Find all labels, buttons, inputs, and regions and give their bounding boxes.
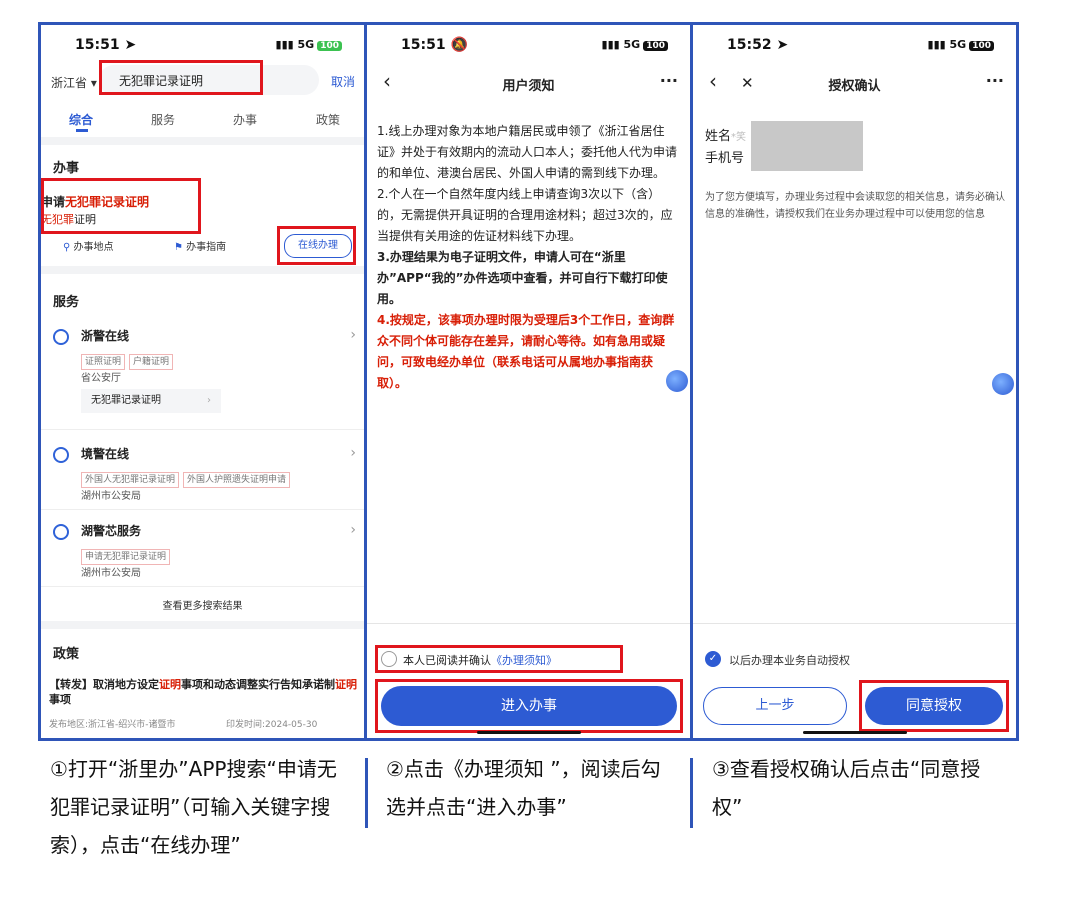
- policy-title[interactable]: 【转发】取消地方设定证明事项和动态调整实行告知承诺制证明事项: [49, 677, 359, 707]
- status-signal: ▮▮▮ 5G 100: [928, 38, 994, 51]
- auto-auth-label: 以后办理本业务自动授权: [729, 654, 850, 667]
- location-pin-icon: ⚲: [63, 242, 71, 253]
- tab-banshi[interactable]: 办事: [233, 111, 257, 128]
- page-title: 授权确认: [828, 79, 881, 94]
- highlight-box: [375, 679, 683, 733]
- service-item[interactable]: 境警在线 › 外国人无犯罪记录证明 外国人护照遗失证明申请 湖州市公安局: [41, 439, 364, 509]
- service-org: 湖州市公安局: [81, 568, 141, 579]
- service-item[interactable]: 浙警在线 › 证照证明 户籍证明 省公安厅 无犯罪记录证明 ›: [41, 321, 364, 427]
- notice-paragraph: 2.个人在一个自然年度内线上申请查询3次以下（含）的，无需提供开具证明的合理用途…: [377, 187, 673, 243]
- notice-paragraph: 4.按规定，该事项办理时限为受理后3个工作日，查询群众不同个体可能存在差异，请耐…: [377, 313, 675, 390]
- province-select[interactable]: 浙江省 ▾: [51, 74, 97, 91]
- section-zhengce-title: 政策: [53, 647, 80, 662]
- divider: [41, 137, 364, 145]
- tab-indicator: [76, 129, 88, 132]
- status-signal: ▮▮▮ 5G 100: [276, 38, 342, 51]
- divider: [41, 429, 364, 430]
- home-indicator: [803, 731, 907, 734]
- service-sub-item[interactable]: 无犯罪记录证明 ›: [81, 389, 221, 413]
- policy-meta-region: 发布地区:浙江省-绍兴市-诸暨市: [49, 720, 176, 730]
- guide-link[interactable]: ⚑ 办事指南: [174, 238, 226, 253]
- service-tags: 外国人无犯罪记录证明 外国人护照遗失证明申请: [81, 467, 294, 488]
- highlight-box: [41, 178, 201, 234]
- panel-search: 15:51 ➤ ▮▮▮ 5G 100 浙江省 ▾ 无犯罪记录证明 取消 综合 服务…: [38, 22, 367, 741]
- guide-icon: ⚑: [174, 242, 183, 253]
- notice-paragraph: 1.线上办理对象为本地户籍居民或申领了《浙江省居住证》并处于有效期内的流动人口本…: [377, 124, 678, 180]
- tab-zhengce[interactable]: 政策: [316, 111, 340, 128]
- phone-label: 手机号: [705, 151, 745, 166]
- service-name: 浙警在线: [81, 329, 130, 343]
- status-signal: ▮▮▮ 5G 100: [602, 38, 668, 51]
- assistant-float-icon[interactable]: [666, 370, 688, 392]
- name-label: 姓名*笑: [705, 129, 747, 144]
- caption-step3: ③查看授权确认后点击“同意授权”: [712, 757, 981, 819]
- section-fuwu-title: 服务: [53, 295, 80, 310]
- caption-step2: ②点击《办理须知 ”，阅读后勾选并点击“进入办事”: [386, 757, 661, 819]
- police-badge-icon: [53, 329, 69, 345]
- highlight-box: [277, 226, 356, 265]
- policy-meta-date: 印发时间:2024-05-30: [226, 720, 318, 730]
- service-name: 湖警芯服务: [81, 524, 142, 538]
- authorize-description: 为了您方便填写，办理业务过程中会读取您的相关信息，请务必确认信息的准确性，请授权…: [705, 192, 1005, 220]
- police-badge-icon: [53, 447, 69, 463]
- auto-auth-checkbox[interactable]: ✓: [705, 651, 721, 667]
- highlight-box: [99, 60, 263, 95]
- service-tags: 申请无犯罪记录证明: [81, 544, 174, 565]
- redacted-info: [751, 121, 863, 171]
- divider: [41, 586, 364, 587]
- assistant-float-icon[interactable]: [992, 373, 1014, 395]
- chevron-right-icon: ›: [350, 445, 356, 461]
- divider: [41, 621, 364, 629]
- tab-fuwu[interactable]: 服务: [151, 111, 175, 128]
- panel-notice: 15:51 🔕 ▮▮▮ 5G 100 ‹ 用户须知 ··· 1.线上办理对象为本地…: [364, 22, 693, 741]
- status-time: 15:51 🔕: [401, 37, 468, 53]
- status-time: 15:52 ➤: [727, 37, 789, 53]
- caption-separator: [365, 758, 368, 828]
- highlight-box: [859, 680, 1009, 732]
- divider: [693, 623, 1016, 624]
- home-indicator: [477, 731, 581, 734]
- notice-body: 1.线上办理对象为本地户籍居民或申领了《浙江省居住证》并处于有效期内的流动人口本…: [377, 121, 677, 394]
- service-tags: 证照证明 户籍证明: [81, 349, 177, 370]
- divider: [41, 509, 364, 510]
- service-name: 境警在线: [81, 447, 130, 461]
- panel-authorize: 15:52 ➤ ▮▮▮ 5G 100 ‹ ✕ 授权确认 ··· 姓名*笑 手机号 …: [690, 22, 1019, 741]
- divider: [41, 266, 364, 274]
- service-org: 湖州市公安局: [81, 491, 141, 502]
- notice-paragraph: 3.办理结果为电子证明文件，申请人可在“浙里办”APP“我的”办件选项中查看，并…: [377, 250, 668, 306]
- page-title: 用户须知: [502, 79, 555, 94]
- status-time: 15:51 ➤: [75, 37, 137, 53]
- chevron-right-icon: ›: [350, 522, 356, 538]
- divider: [367, 623, 690, 624]
- more-results-link[interactable]: 查看更多搜索结果: [41, 597, 364, 612]
- police-badge-icon: [53, 524, 69, 540]
- location-link[interactable]: ⚲ 办事地点: [63, 238, 114, 253]
- tab-zonghe[interactable]: 综合: [69, 111, 93, 128]
- caption-separator: [690, 758, 693, 828]
- prev-step-button[interactable]: 上一步: [703, 687, 847, 725]
- cancel-button[interactable]: 取消: [331, 73, 355, 90]
- caption-step1: ①打开“浙里办”APP搜索“申请无犯罪记录证明”（可输入关键字搜索），点击“在线…: [50, 757, 337, 857]
- more-icon[interactable]: ···: [986, 71, 1004, 90]
- more-icon[interactable]: ···: [660, 71, 678, 90]
- service-item[interactable]: 湖警芯服务 › 申请无犯罪记录证明 湖州市公安局: [41, 516, 364, 586]
- chevron-right-icon: ›: [350, 327, 356, 343]
- highlight-box: [375, 645, 623, 673]
- section-banshi-title: 办事: [53, 161, 80, 176]
- service-org: 省公安厅: [81, 373, 121, 384]
- bell-mute-icon: 🔕: [450, 37, 468, 53]
